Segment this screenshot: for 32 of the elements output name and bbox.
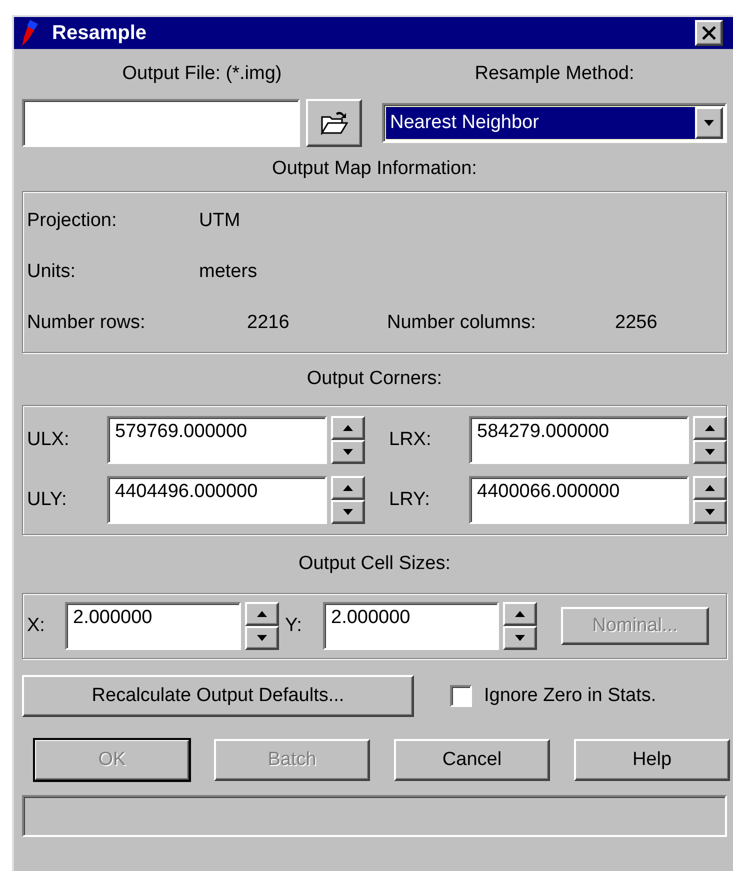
- field-label: Output File: (*.img): [122, 63, 282, 85]
- cell-size-field[interactable]: 2.000000: [65, 602, 241, 650]
- info-value: UTM: [199, 210, 240, 232]
- dialog-button[interactable]: Cancel: [394, 739, 550, 781]
- dialog-button[interactable]: Help: [574, 739, 730, 781]
- coordinate-label: ULX:: [27, 429, 70, 451]
- field-label: Resample Method:: [474, 63, 634, 85]
- info-value: 2256: [615, 312, 658, 334]
- info-label: Units:: [27, 260, 77, 283]
- window-title: Resample: [52, 22, 148, 44]
- coordinate-field[interactable]: 579769.000000: [107, 416, 327, 464]
- cell-size-field[interactable]: 2.000000: [323, 602, 499, 650]
- coordinate-field[interactable]: 4404496.000000: [107, 476, 327, 524]
- coordinate-field[interactable]: 584279.000000: [469, 416, 689, 464]
- coordinate-label: ULY:: [27, 489, 68, 511]
- coordinate-label: LRY:: [389, 489, 431, 511]
- coordinate-label: LRX:: [389, 429, 432, 451]
- info-label: Number rows:: [27, 312, 146, 334]
- checkbox-label: Ignore Zero in Stats.: [484, 685, 656, 707]
- section-heading: Output Map Information:: [272, 158, 477, 180]
- recalculate-button[interactable]: Recalculate Output Defaults...: [22, 675, 414, 717]
- resample-method-dropdown[interactable]: Nearest Neighbor: [382, 103, 727, 143]
- dropdown-value: Nearest Neighbor: [386, 107, 695, 139]
- info-value: meters: [199, 260, 258, 283]
- coordinate-field[interactable]: 4400066.000000: [469, 476, 689, 524]
- info-label: Projection:: [27, 210, 118, 232]
- info-label: Number columns:: [387, 312, 537, 334]
- section-heading: Output Cell Sizes:: [298, 553, 451, 575]
- cell-size-label: Y:: [285, 615, 303, 637]
- section-heading: Output Corners:: [306, 368, 442, 390]
- cell-size-label: X:: [27, 615, 46, 637]
- info-value: 2216: [247, 312, 290, 334]
